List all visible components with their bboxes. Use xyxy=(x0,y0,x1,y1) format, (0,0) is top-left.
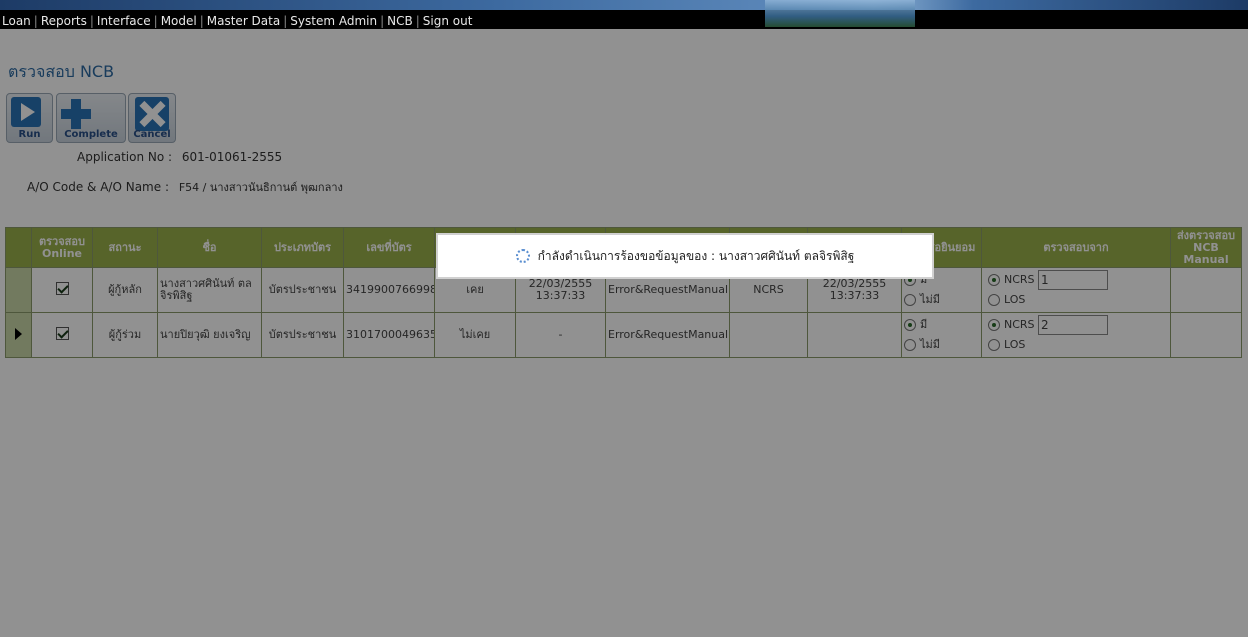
top-navigation-bar: Loan | Reports | Interface | Model | Master Data… xyxy=(0,0,1248,29)
header-banner-image xyxy=(765,0,915,27)
modal-overlay xyxy=(0,29,1248,637)
menu-sign-out[interactable]: Sign out xyxy=(423,14,473,28)
menu-master-data[interactable]: Master Data xyxy=(207,14,280,28)
main-menu: Loan | Reports | Interface | Model | Master Data… xyxy=(2,14,473,28)
loading-dialog: กำลังดำเนินการร้องขอข้อมูลของ : นางสาวศศ… xyxy=(436,233,934,279)
menu-model[interactable]: Model xyxy=(161,14,197,28)
menu-ncb[interactable]: NCB xyxy=(387,14,413,28)
loading-spinner-icon xyxy=(515,249,530,263)
header-banner xyxy=(0,0,1248,10)
menu-interface[interactable]: Interface xyxy=(97,14,151,28)
menu-system-admin[interactable]: System Admin xyxy=(290,14,377,28)
menu-reports[interactable]: Reports xyxy=(41,14,87,28)
menu-loan[interactable]: Loan xyxy=(2,14,31,28)
loading-message: กำลังดำเนินการร้องขอข้อมูลของ : นางสาวศศ… xyxy=(537,248,855,263)
